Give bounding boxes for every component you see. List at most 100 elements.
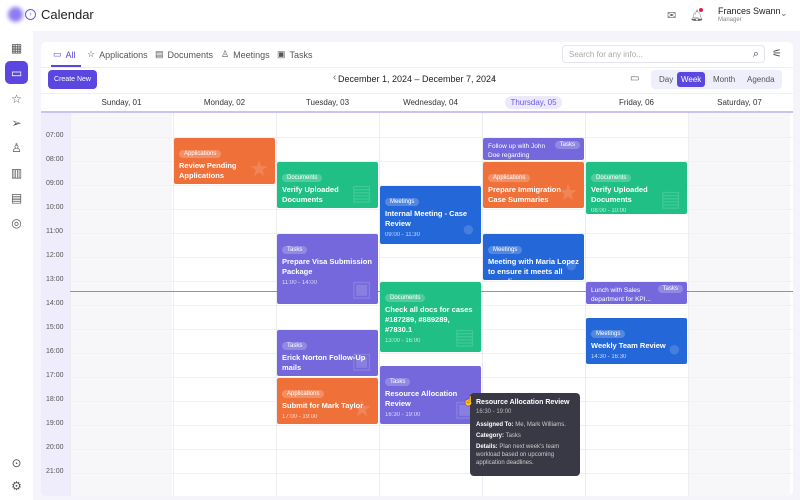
calendar-event[interactable]: Applications Submit for Mark Taylor 17:00 …: [277, 378, 378, 424]
day-header[interactable]: Friday, 06: [585, 98, 688, 107]
view-week[interactable]: Week: [677, 72, 706, 87]
chevron-down-icon[interactable]: ⌄: [780, 8, 788, 19]
tab-tasks[interactable]: ▣ Tasks: [277, 48, 313, 61]
calendar-event[interactable]: Tasks Resource Allocation Review 16:30 - 1…: [380, 366, 481, 424]
header-underline: [41, 111, 793, 113]
next-week-button[interactable]: ›: [492, 72, 495, 83]
documents-watermark-icon: ▤: [660, 186, 681, 211]
tooltip-time: 16:30 - 19:00: [476, 409, 512, 415]
user-name[interactable]: Frances Swann: [718, 6, 781, 16]
view-agenda[interactable]: Agenda: [743, 72, 779, 87]
category-tag: Documents: [385, 294, 426, 302]
view-switcher: Day Week Month Agenda: [651, 70, 782, 89]
calendar-event[interactable]: Documents Check all docs for cases #18728…: [380, 282, 481, 352]
tasks-watermark-icon: ▣: [351, 276, 372, 301]
all-icon: ▭: [53, 49, 62, 59]
day-header[interactable]: Thursday, 05: [482, 96, 585, 109]
category-tag: Tasks: [385, 378, 411, 386]
time-label: 21:00: [46, 468, 64, 475]
category-tag: Meetings: [385, 198, 420, 206]
document-icon: ▤: [155, 49, 164, 59]
send-icon[interactable]: ➢: [5, 111, 28, 134]
star-icon[interactable]: ☆: [5, 87, 28, 110]
day-header[interactable]: Tuesday, 03: [276, 98, 379, 107]
calendar-event[interactable]: Tasks Lunch with Sales department for KPI…: [586, 282, 687, 304]
person-icon: ♙: [221, 49, 230, 59]
day-header[interactable]: Saturday, 07: [688, 98, 791, 107]
time-label: 14:00: [46, 300, 64, 307]
tooltip-details: Details: Plan next week's team workload …: [476, 444, 560, 466]
tooltip-category: Category: Tasks: [476, 433, 521, 439]
clipboard-icon[interactable]: ▤: [5, 186, 28, 209]
calendar-picker-icon[interactable]: ▭: [630, 73, 639, 84]
notification-dot: [699, 8, 703, 12]
calendar-card: ▭ All ☆ Applications ▤ Documents ♙ Meetings …: [41, 42, 793, 496]
tab-meetings[interactable]: ♙ Meetings: [221, 48, 270, 61]
category-tag: Applications: [179, 150, 222, 158]
day-divider: [688, 113, 689, 496]
expand-sidebar-button[interactable]: ›: [25, 9, 36, 20]
gear-icon[interactable]: ⚙: [5, 474, 28, 497]
calendar-event[interactable]: DocumentsVerify Uploaded Documents08:00 …: [586, 162, 687, 214]
tab-all[interactable]: ▭ All: [53, 48, 76, 61]
calendar-event[interactable]: Meetings Internal Meeting - Case Review 09…: [380, 186, 481, 244]
logo: [8, 7, 23, 22]
chart-icon[interactable]: ▥: [5, 161, 28, 184]
day-header[interactable]: Sunday, 01: [70, 98, 173, 107]
documents-watermark-icon: ▤: [351, 180, 372, 205]
search-icon[interactable]: ⌕: [753, 48, 759, 61]
time-label: 20:00: [46, 444, 64, 451]
dashboard-icon[interactable]: ▦: [5, 36, 28, 59]
category-tag: Tasks: [282, 246, 308, 254]
calendar-event[interactable]: Meetings Meeting with Maria Lopez to ensu…: [483, 234, 584, 280]
hand-cursor-icon: ☝: [463, 396, 475, 406]
day-header[interactable]: Monday, 02: [173, 98, 276, 107]
search-input[interactable]: Search for any info... ⌕: [562, 45, 765, 63]
filter-icon[interactable]: ⚟: [772, 47, 782, 60]
calendar-icon[interactable]: ▭: [5, 61, 28, 84]
tab-applications[interactable]: ☆ Applications: [87, 48, 148, 61]
time-label: 08:00: [46, 156, 64, 163]
time-label: 16:00: [46, 348, 64, 355]
time-label: 18:00: [46, 396, 64, 403]
category-tag: Tasks: [657, 285, 683, 293]
category-tag: Applications: [282, 390, 325, 398]
calendar-event[interactable]: TasksErick Norton Follow-Up mails15:00 -…: [277, 330, 378, 376]
calendar-event[interactable]: Meetings Weekly Team Review 14:30 - 16:30 ●: [586, 318, 687, 364]
time-label: 11:00: [46, 228, 63, 235]
day-header[interactable]: Wednesday, 04: [379, 98, 482, 107]
calendar-event[interactable]: TasksFollow up with John Doe regarding m…: [483, 138, 584, 160]
time-label: 17:00: [46, 372, 64, 379]
location-icon[interactable]: ⊙: [5, 451, 28, 474]
hour-line: [70, 425, 793, 426]
hour-line: [70, 473, 793, 474]
calendar-event[interactable]: Applications Prepare Immigration Case Sum…: [483, 162, 584, 208]
time-label: 07:00: [46, 132, 64, 139]
hour-line: [70, 257, 793, 258]
calendar-event[interactable]: Tasks Prepare Visa Submission Package 11:0…: [277, 234, 378, 304]
applications-watermark-icon: ★: [558, 180, 578, 205]
applications-watermark-icon: ★: [352, 396, 372, 421]
time-label: 12:00: [46, 252, 64, 259]
meetings-watermark-icon: ●: [667, 336, 681, 361]
category-tag: Tasks: [282, 342, 308, 350]
category-tag: Applications: [488, 174, 531, 182]
tooltip-title: Resource Allocation Review: [476, 399, 570, 406]
users-icon[interactable]: ♙: [5, 136, 28, 159]
view-month[interactable]: Month: [709, 72, 739, 87]
tasks-watermark-icon: ▣: [351, 348, 372, 373]
time-label: 19:00: [46, 420, 64, 427]
category-tag: Meetings: [591, 330, 626, 338]
day-divider: [70, 113, 71, 496]
star-icon: ☆: [87, 49, 96, 59]
time-label: 10:00: [46, 204, 64, 211]
calendar-event[interactable]: DocumentsVerify Uploaded Documents08:00 …: [277, 162, 378, 208]
view-day[interactable]: Day: [655, 72, 677, 87]
documents-watermark-icon: ▤: [454, 324, 475, 349]
mail-icon[interactable]: ✉: [667, 9, 676, 22]
applications-watermark-icon: ★: [249, 156, 269, 181]
calendar-event[interactable]: ApplicationsReview Pending Applications0…: [174, 138, 275, 184]
category-tag: Documents: [282, 174, 323, 182]
search-doc-icon[interactable]: ◎: [5, 211, 28, 234]
tab-documents[interactable]: ▤ Documents: [155, 48, 213, 61]
